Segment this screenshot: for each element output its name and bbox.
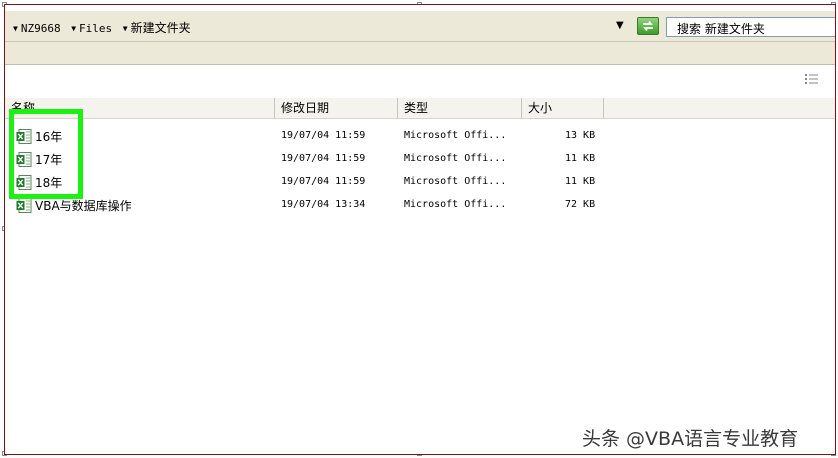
column-header-row: 名称 修改日期 类型 大小	[5, 98, 835, 119]
file-size: 13 KB	[565, 130, 596, 141]
details-view-icon[interactable]	[805, 74, 819, 87]
file-row[interactable]: VBA与数据库操作 19/07/04 13:34 Microsoft Offi.…	[5, 194, 835, 216]
file-modified: 19/07/04 11:59	[281, 130, 366, 141]
file-row[interactable]: 17年 19/07/04 11:59 Microsoft Offi... 11 …	[5, 148, 835, 170]
breadcrumb-item-folder[interactable]: 新建文件夹	[131, 21, 191, 35]
address-dropdown-icon[interactable]: ▼	[616, 20, 624, 31]
explorer-screenshot: ▼ NZ9668 ▼ Files ▼ 新建文件夹 ▼ 搜索 新建文件夹 名称 修改日期…	[4, 4, 836, 455]
file-modified: 19/07/04 11:59	[281, 153, 366, 164]
file-type: Microsoft Offi...	[404, 176, 507, 187]
file-row[interactable]: 16年 19/07/04 11:59 Microsoft Offi... 13 …	[5, 125, 835, 147]
chevron-down-icon[interactable]: ▼	[123, 24, 128, 33]
view-options-bar	[5, 65, 835, 99]
file-name: VBA与数据库操作	[35, 199, 132, 213]
column-header-size[interactable]: 大小	[522, 98, 604, 118]
excel-file-icon	[16, 198, 32, 213]
chevron-down-icon[interactable]: ▼	[71, 24, 76, 33]
column-header-modified[interactable]: 修改日期	[275, 98, 398, 118]
file-type: Microsoft Offi...	[404, 130, 507, 141]
file-size: 72 KB	[565, 199, 596, 210]
toolbar	[5, 42, 835, 65]
chevron-down-icon[interactable]: ▼	[13, 24, 18, 33]
breadcrumb-item-drive[interactable]: NZ9668	[21, 22, 61, 35]
search-placeholder: 搜索 新建文件夹	[677, 22, 765, 36]
file-type: Microsoft Offi...	[404, 153, 507, 164]
refresh-button[interactable]	[637, 17, 659, 35]
file-size: 11 KB	[565, 176, 596, 187]
search-input[interactable]: 搜索 新建文件夹	[666, 17, 835, 37]
breadcrumb-item-files[interactable]: Files	[79, 22, 112, 35]
file-modified: 19/07/04 11:59	[281, 176, 366, 187]
file-name-cell[interactable]: VBA与数据库操作	[16, 197, 132, 215]
highlight-box	[9, 109, 83, 199]
file-row[interactable]: 18年 19/07/04 11:59 Microsoft Offi... 11 …	[5, 171, 835, 193]
file-type: Microsoft Offi...	[404, 199, 507, 210]
file-size: 11 KB	[565, 153, 596, 164]
address-bar: ▼ NZ9668 ▼ Files ▼ 新建文件夹 ▼ 搜索 新建文件夹	[5, 11, 835, 42]
watermark: 头条 @VBA语言专业教育	[582, 428, 799, 450]
refresh-go-icon	[643, 20, 653, 32]
breadcrumb: ▼ NZ9668 ▼ Files ▼ 新建文件夹	[11, 19, 193, 36]
file-modified: 19/07/04 13:34	[281, 199, 366, 210]
column-header-type[interactable]: 类型	[398, 98, 522, 118]
